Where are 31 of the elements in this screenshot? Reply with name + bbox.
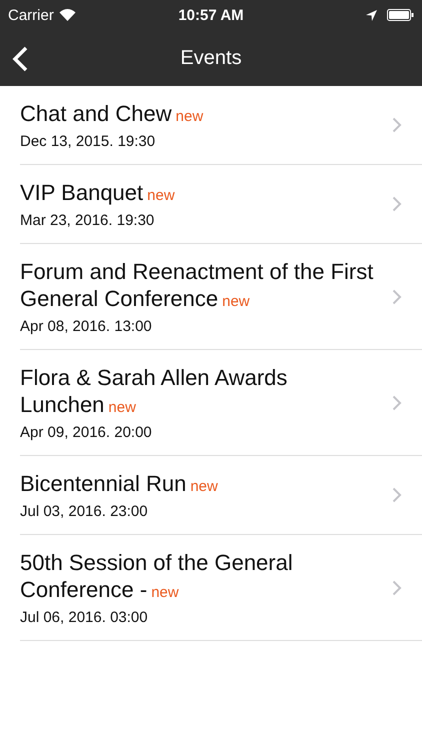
carrier-label: Carrier xyxy=(8,6,54,24)
battery-icon xyxy=(387,9,414,21)
event-date: Dec 13, 2015. 19:30 xyxy=(20,133,156,150)
event-date: Apr 09, 2016. 20:00 xyxy=(20,424,153,441)
location-arrow-icon xyxy=(366,10,377,20)
chevron-right-icon xyxy=(392,117,402,133)
event-row[interactable]: 50th Session of the General Conference - new Jul 06, 2016. 03:00 xyxy=(20,535,422,641)
wifi-icon xyxy=(58,9,76,21)
event-title: Chat and Chew new xyxy=(20,100,204,128)
chevron-right-icon xyxy=(392,580,402,596)
event-row[interactable]: Flora & Sarah Allen Awards Lunchen new Apr 09, 2016. 20:00 xyxy=(20,350,422,456)
event-date: Apr 08, 2016. 13:00 xyxy=(20,318,153,335)
chevron-right-icon xyxy=(392,487,402,503)
event-row[interactable]: Forum and Reenactment of the First General Conference new Apr 08, 2016. 13:00 xyxy=(20,244,422,350)
event-title: Forum and Reenactment of the First General Conference new xyxy=(20,258,374,313)
chevron-right-icon xyxy=(392,288,402,304)
chevron-right-icon xyxy=(392,196,402,212)
event-row[interactable]: Chat and Chew new Dec 13, 2015. 19:30 xyxy=(20,86,422,165)
event-date: Mar 23, 2016. 19:30 xyxy=(20,212,156,229)
clock-time: 10:57 AM xyxy=(178,6,244,24)
event-row[interactable]: VIP Banquet new Mar 23, 2016. 19:30 xyxy=(20,165,422,244)
chevron-right-icon xyxy=(392,394,402,410)
chevron-left-icon xyxy=(12,46,28,72)
event-title: 50th Session of the General Conference - new xyxy=(20,549,294,604)
screen-title: Events xyxy=(180,46,242,70)
event-date: Jul 03, 2016. 23:00 xyxy=(20,503,149,520)
event-title: VIP Banquet new xyxy=(20,179,176,207)
event-title: Bicentennial Run new xyxy=(20,470,219,498)
event-date: Jul 06, 2016. 03:00 xyxy=(20,609,149,626)
event-row[interactable]: Bicentennial Run new Jul 03, 2016. 23:00 xyxy=(20,456,422,535)
event-title: Flora & Sarah Allen Awards Lunchen new xyxy=(20,364,288,419)
